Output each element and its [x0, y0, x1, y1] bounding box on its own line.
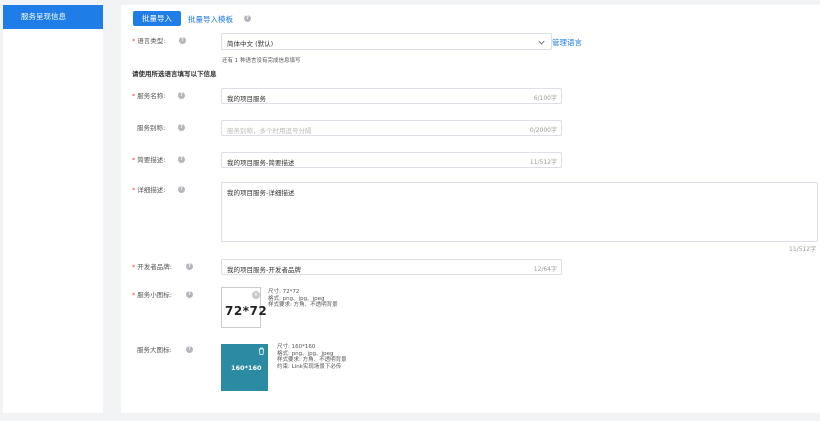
batch-import-button[interactable]: 批量导入	[133, 11, 181, 26]
manage-language-link[interactable]: 管理语言	[552, 37, 582, 48]
service-name-value: 我的项目服务	[227, 95, 266, 103]
brief-value: 我的项目服务-简要描述	[227, 159, 295, 167]
required-mark: *	[132, 263, 136, 271]
char-count: 11/512字	[789, 246, 817, 253]
chevron-down-icon	[538, 40, 545, 45]
help-icon[interactable]: ?	[186, 346, 193, 353]
remove-icon[interactable]: ×	[252, 291, 260, 299]
char-count: 12/64字	[533, 266, 557, 273]
required-mark: *	[132, 92, 136, 100]
detail-label: * 详细描述:	[132, 186, 166, 194]
required-mark: *	[132, 156, 136, 164]
char-count: 6/100字	[533, 95, 557, 102]
help-icon[interactable]: ?	[244, 15, 251, 22]
language-select[interactable]: 简体中文 (默认)	[221, 33, 552, 50]
large-icon-label: 服务大图标:	[137, 346, 172, 354]
service-name-label: * 服务名称:	[132, 92, 166, 100]
language-select-value: 简体中文 (默认)	[227, 40, 274, 48]
help-icon[interactable]: ?	[179, 37, 186, 44]
brief-input[interactable]: 我的项目服务-简要描述 11/512字	[221, 152, 562, 168]
required-mark: *	[132, 291, 136, 299]
spec-line: 约束: Link实现场景下必传	[277, 363, 342, 370]
help-icon[interactable]: ?	[178, 92, 185, 99]
help-icon[interactable]: ?	[178, 156, 185, 163]
service-name-input[interactable]: 我的项目服务 6/100字	[221, 88, 562, 104]
language-note: 还有 1 种语言没有完成信息填写	[222, 58, 301, 64]
brief-label: * 简要描述:	[132, 156, 166, 164]
spec-line: 样式要求: 方角、不透明背景	[277, 357, 347, 363]
import-template-link[interactable]: 批量导入模板	[188, 14, 233, 25]
brand-value: 我的项目服务-开发者品牌	[227, 266, 301, 274]
help-icon[interactable]: ?	[178, 124, 185, 131]
small-icon-preview-text: 72*72	[225, 304, 268, 318]
alias-input[interactable]: 服务别称，多个时用逗号分隔 0/2000字	[221, 120, 562, 136]
main-panel: 批量导入 批量导入模板 ? * 语言类型: ? 简体中文 (默认) 管理语言 还有…	[121, 5, 820, 413]
brand-input[interactable]: 我的项目服务-开发者品牌 12/64字	[221, 259, 562, 275]
alias-label: 服务别称:	[137, 124, 166, 132]
sidebar-item-service-info[interactable]: 服务呈现信息	[3, 5, 103, 29]
sidebar-item-label: 服务呈现信息	[21, 12, 66, 21]
char-count: 0/2000字	[529, 127, 557, 134]
required-mark: *	[132, 37, 136, 45]
brand-label: * 开发者品牌:	[132, 263, 172, 271]
section-title: 请使用所选语言填写以下信息	[132, 70, 217, 78]
trash-icon[interactable]	[258, 347, 265, 355]
detail-textarea[interactable]: 我的项目服务-详细描述	[221, 182, 818, 242]
spec-line: 样式要求: 方角、不透明背景	[268, 302, 338, 308]
small-icon-specs: 尺寸: 72*72 格式: png、jpg、jpeg 样式要求: 方角、不透明背…	[268, 289, 338, 309]
language-label: * 语言类型:	[132, 37, 166, 45]
alias-placeholder: 服务别称，多个时用逗号分隔	[227, 127, 312, 135]
small-icon-label: * 服务小图标:	[132, 291, 172, 299]
sidebar: 服务呈现信息	[3, 5, 103, 413]
help-icon[interactable]: ?	[186, 263, 193, 270]
small-icon-upload[interactable]: × 72*72	[221, 287, 267, 328]
help-icon[interactable]: ?	[186, 291, 193, 298]
detail-value: 我的项目服务-详细描述	[227, 189, 295, 197]
char-count: 11/512字	[529, 159, 557, 166]
large-icon-specs: 尺寸: 160*160 格式: png、jpg、jpeg 样式要求: 方角、不透…	[277, 344, 347, 370]
large-icon-preview-text: 160*160	[231, 364, 262, 372]
help-icon[interactable]: ?	[178, 186, 185, 193]
large-icon-upload[interactable]: 160*160	[221, 344, 268, 391]
required-mark: *	[132, 186, 136, 194]
